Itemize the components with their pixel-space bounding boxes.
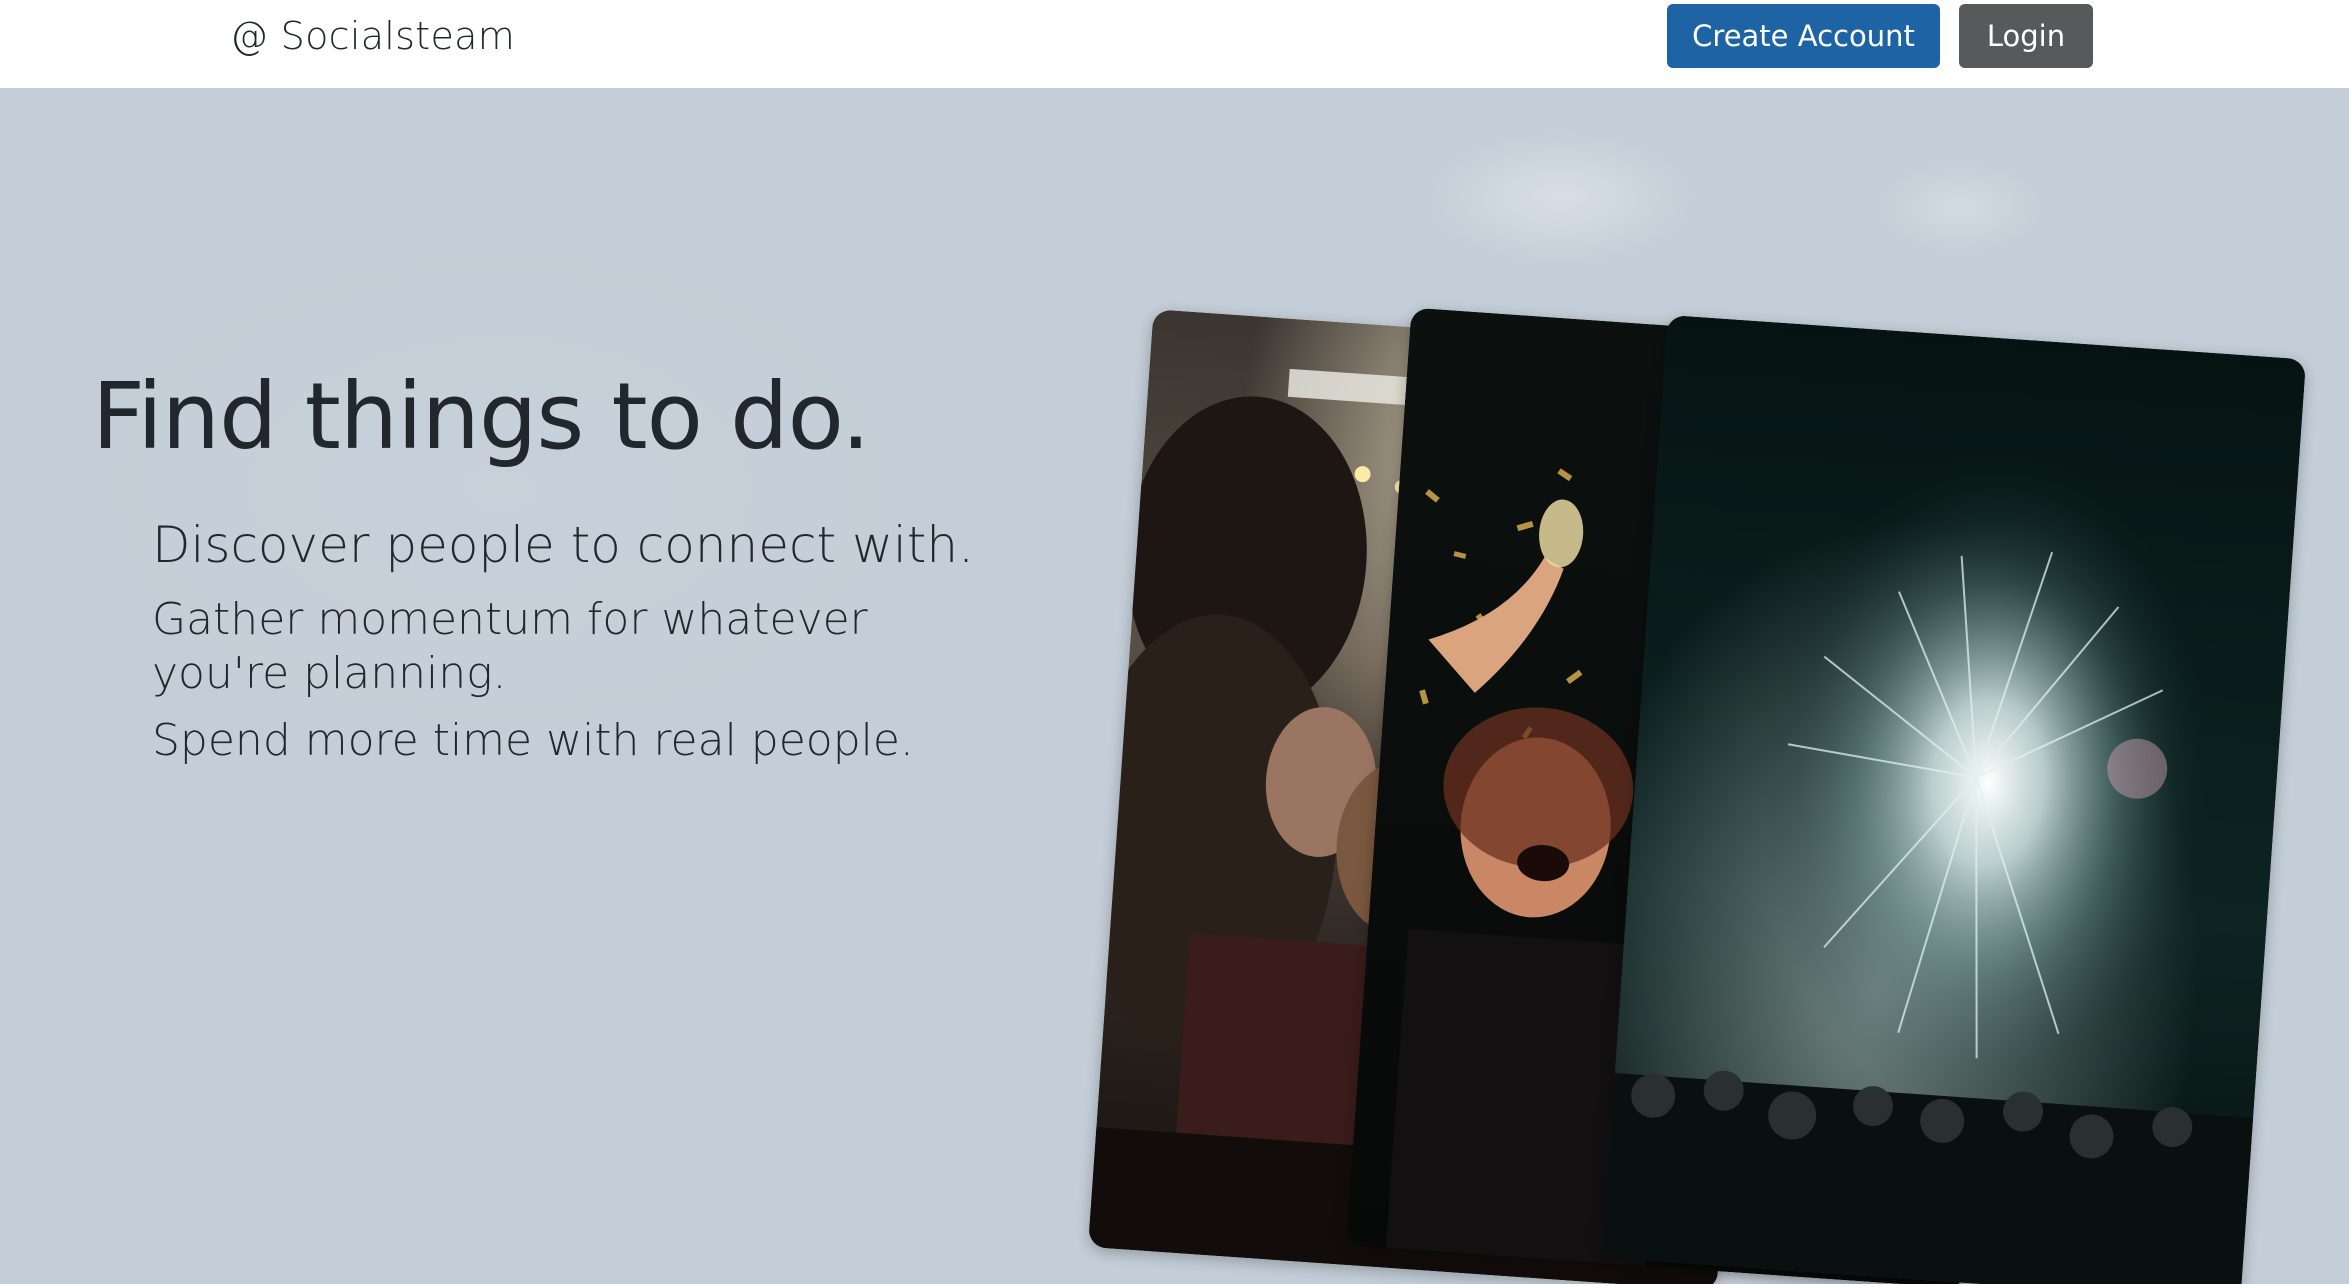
fireworks-photo: [1601, 314, 2307, 1284]
login-button[interactable]: Login: [1959, 4, 2093, 68]
navbar: @ Socialsteam Create Account Login: [0, 0, 2349, 88]
tagline-gather: Gather momentum for whatever you're plan…: [152, 594, 868, 699]
create-account-button[interactable]: Create Account: [1667, 4, 1940, 68]
tagline-discover: Discover people to connect with.: [152, 516, 974, 574]
hero-section: Find things to do. Discover people to co…: [0, 88, 2349, 1284]
hero-headline: Find things to do.: [92, 363, 870, 470]
tagline-spend: Spend more time with real people.: [152, 715, 914, 766]
brand-logo[interactable]: @ Socialsteam: [230, 14, 515, 58]
